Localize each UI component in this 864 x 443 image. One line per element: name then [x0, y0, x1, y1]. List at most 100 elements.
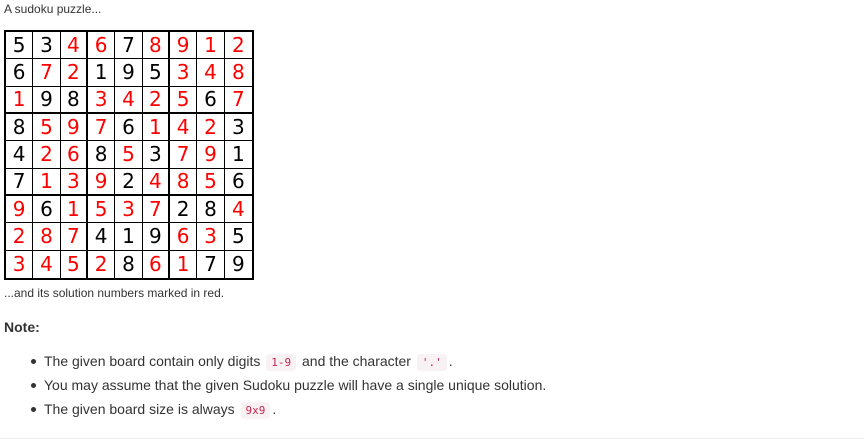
- sudoku-cell: 5: [170, 86, 198, 114]
- sudoku-cell: 8: [224, 59, 252, 87]
- sudoku-cell: 3: [197, 223, 225, 251]
- sudoku-cell: 6: [33, 196, 61, 224]
- note-item: You may assume that the given Sudoku puz…: [0, 374, 546, 398]
- note-text: The given board contain only digits: [44, 353, 261, 369]
- sudoku-cell: 8: [115, 250, 143, 278]
- note-item: The given board contain only digits 1-9 …: [0, 350, 546, 374]
- sudoku-cell: 2: [224, 32, 252, 60]
- sudoku-cell: 5: [6, 32, 34, 60]
- sudoku-cell: 1: [33, 168, 61, 196]
- sudoku-cell: 9: [60, 114, 88, 142]
- note-item: The given board size is always 9x9.: [0, 398, 546, 422]
- sudoku-cell: 6: [115, 114, 143, 142]
- sudoku-cell: 2: [60, 59, 88, 87]
- sudoku-cell: 3: [224, 114, 252, 142]
- sudoku-cell: 7: [115, 32, 143, 60]
- sudoku-cell: 3: [142, 141, 170, 169]
- bullet-icon: [31, 407, 36, 412]
- sudoku-cell: 8: [60, 86, 88, 114]
- sudoku-cell: 1: [197, 32, 225, 60]
- sudoku-cell: 9: [115, 59, 143, 87]
- sudoku-cell: 6: [6, 59, 34, 87]
- sudoku-cell: 4: [197, 59, 225, 87]
- sudoku-cell: 5: [142, 59, 170, 87]
- sudoku-cell: 7: [60, 223, 88, 251]
- notes-list: The given board contain only digits 1-9 …: [0, 350, 546, 422]
- sudoku-cell: 7: [33, 59, 61, 87]
- inline-code: '.': [416, 354, 447, 371]
- sudoku-cell: 4: [170, 114, 198, 142]
- sudoku-cell: 3: [33, 32, 61, 60]
- inline-code: 9x9: [240, 402, 271, 419]
- sudoku-cell: 9: [142, 223, 170, 251]
- sudoku-cell: 7: [88, 114, 116, 142]
- note-text: You may assume that the given Sudoku puz…: [44, 377, 547, 393]
- sudoku-cell: 8: [197, 196, 225, 224]
- sudoku-cell: 5: [61, 250, 88, 278]
- sudoku-cell: 4: [6, 141, 34, 169]
- sudoku-cell: 5: [224, 223, 252, 251]
- sudoku-cell: 4: [142, 168, 170, 196]
- sudoku-cell: 6: [88, 32, 116, 60]
- note-heading: Note:: [4, 319, 40, 335]
- sudoku-cell: 7: [142, 196, 170, 224]
- sudoku-cell: 8: [88, 141, 116, 169]
- sudoku-cell: 1: [170, 250, 198, 278]
- note-text: .: [448, 353, 453, 369]
- caption-bottom: ...and its solution numbers marked in re…: [4, 286, 225, 300]
- sudoku-cell: 9: [6, 196, 34, 224]
- sudoku-cell: 8: [170, 168, 198, 196]
- sudoku-cell: 4: [115, 86, 143, 114]
- sudoku-cell: 2: [142, 86, 170, 114]
- bullet-icon: [31, 383, 36, 388]
- sudoku-cell: 2: [197, 114, 225, 142]
- sudoku-cell: 3: [170, 59, 198, 87]
- sudoku-cell: 1: [60, 196, 88, 224]
- sudoku-cell: 2: [88, 250, 116, 278]
- sudoku-cell: 6: [143, 250, 170, 278]
- sudoku-cell: 7: [197, 250, 225, 278]
- sudoku-cell: 1: [115, 223, 143, 251]
- inline-code: 1-9: [266, 354, 297, 371]
- sudoku-cell: 3: [6, 250, 34, 278]
- note-text: The given board size is always: [44, 401, 235, 417]
- sudoku-cell: 5: [33, 114, 61, 142]
- sudoku-cell: 2: [33, 141, 61, 169]
- sudoku-cell: 3: [115, 196, 143, 224]
- sudoku-cell: 4: [88, 223, 116, 251]
- sudoku-cell: 1: [88, 59, 116, 87]
- sudoku-cell: 7: [6, 168, 34, 196]
- sudoku-cell: 2: [170, 196, 198, 224]
- sudoku-cell: 1: [142, 114, 170, 142]
- sudoku-cell: 2: [115, 168, 143, 196]
- sudoku-cell: 9: [170, 32, 198, 60]
- sudoku-cell: 5: [88, 196, 116, 224]
- sudoku-cell: 8: [6, 114, 34, 142]
- sudoku-cell: 5: [197, 168, 225, 196]
- note-text: .: [272, 401, 277, 417]
- sudoku-cell: 9: [88, 168, 116, 196]
- sudoku-cell: 7: [170, 141, 198, 169]
- sudoku-cell: 4: [224, 196, 252, 224]
- sudoku-cell: 1: [6, 86, 34, 114]
- sudoku-grid: 5346789126721953481983425678597614234268…: [4, 30, 254, 280]
- caption-top: A sudoku puzzle...: [4, 2, 102, 16]
- sudoku-cell: 5: [115, 141, 143, 169]
- sudoku-cell: 8: [33, 223, 61, 251]
- note-text: and the character: [302, 353, 411, 369]
- sudoku-cell: 9: [33, 86, 61, 114]
- sudoku-cell: 2: [6, 223, 34, 251]
- sudoku-cell: 6: [197, 86, 225, 114]
- sudoku-cell: 9: [197, 141, 225, 169]
- sudoku-cell: 6: [224, 169, 252, 196]
- sudoku-cell: 6: [60, 141, 88, 169]
- sudoku-cell: 7: [224, 87, 252, 114]
- bullet-icon: [31, 359, 36, 364]
- sudoku-cell: 9: [231, 252, 245, 277]
- sudoku-cell: 4: [60, 32, 88, 60]
- divider: [0, 438, 864, 439]
- sudoku-cell: 8: [142, 32, 170, 60]
- sudoku-cell: 6: [170, 223, 198, 251]
- sudoku-cell: 4: [33, 250, 61, 278]
- sudoku-cell: 3: [60, 168, 88, 196]
